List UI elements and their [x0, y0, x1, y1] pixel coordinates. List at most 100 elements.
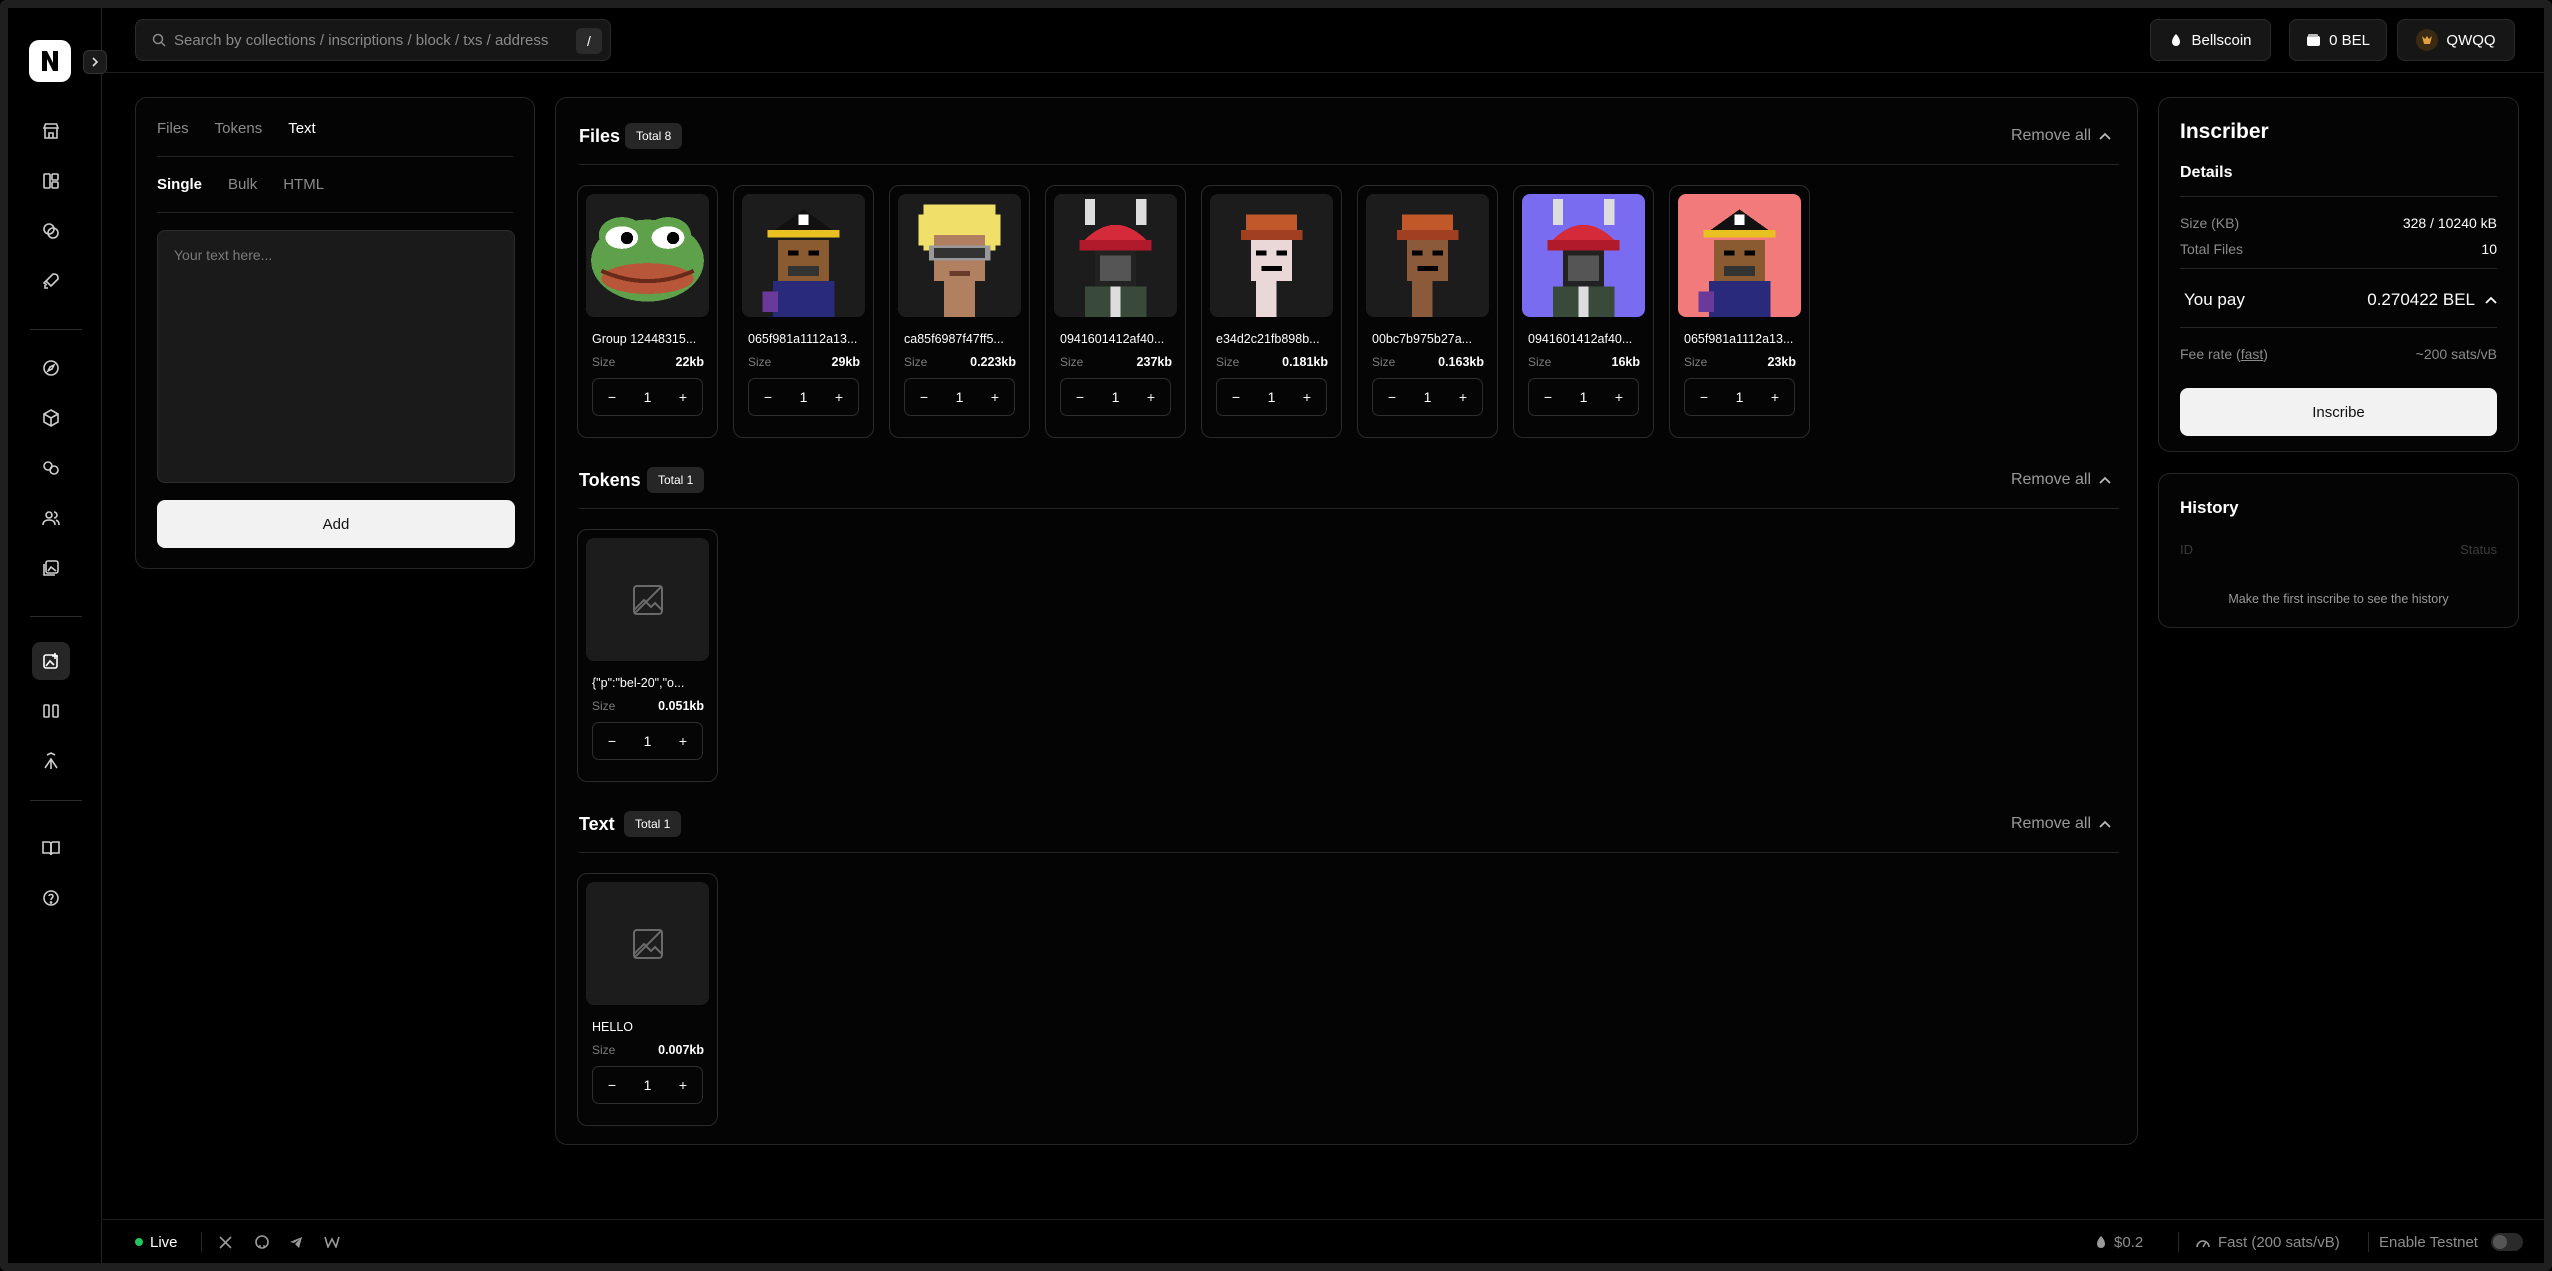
decrement-button[interactable]: −: [1071, 389, 1089, 405]
x-icon: [219, 1235, 232, 1249]
decrement-button[interactable]: −: [1695, 389, 1713, 405]
decrement-button[interactable]: −: [1539, 389, 1557, 405]
quantity-value[interactable]: 1: [1736, 389, 1744, 405]
decrement-button[interactable]: −: [603, 1077, 621, 1093]
quantity-stepper: − 1 +: [1216, 378, 1327, 416]
mode-tabs: Single Bulk HTML: [157, 176, 350, 193]
text-input[interactable]: [157, 230, 515, 483]
files-remove-all-button[interactable]: Remove all: [2011, 127, 2111, 145]
tab-files[interactable]: Files: [157, 120, 189, 137]
file-size: 23kb: [1767, 355, 1797, 369]
telegram-link[interactable]: [289, 1220, 303, 1264]
users-icon[interactable]: [32, 499, 70, 537]
decrement-button[interactable]: −: [1383, 389, 1401, 405]
tokens-remove-all-button[interactable]: Remove all: [2011, 471, 2111, 489]
increment-button[interactable]: +: [1454, 389, 1472, 405]
wiki-link[interactable]: [324, 1220, 340, 1264]
tokens-icon[interactable]: [32, 449, 70, 487]
network-button[interactable]: Bellscoin: [2150, 19, 2271, 61]
compare-icon[interactable]: [32, 692, 70, 730]
inscribe-button[interactable]: Inscribe: [2180, 388, 2497, 436]
search-icon: [152, 33, 166, 47]
tab-tokens[interactable]: Tokens: [215, 120, 263, 137]
subtabs-divider: [157, 212, 513, 213]
fee-rate-link[interactable]: fast: [2241, 346, 2264, 362]
quantity-value[interactable]: 1: [1268, 389, 1276, 405]
increment-button[interactable]: +: [674, 389, 692, 405]
file-thumbnail: [1678, 194, 1801, 317]
increment-button[interactable]: +: [674, 1077, 692, 1093]
tab-text[interactable]: Text: [288, 120, 316, 137]
add-button[interactable]: Add: [157, 500, 515, 548]
dashboard-icon[interactable]: [32, 162, 70, 200]
text-size: 0.007kb: [658, 1043, 704, 1057]
search-bar[interactable]: /: [135, 19, 611, 61]
search-input[interactable]: [174, 31, 574, 49]
quantity-value[interactable]: 1: [1112, 389, 1120, 405]
increment-button[interactable]: +: [1142, 389, 1160, 405]
decrement-button[interactable]: −: [915, 389, 933, 405]
increment-button[interactable]: +: [830, 389, 848, 405]
bellscoin-icon: [2097, 1236, 2105, 1248]
app-logo[interactable]: [29, 40, 71, 82]
increment-button[interactable]: +: [1766, 389, 1784, 405]
remove-all-label: Remove all: [2010, 471, 2091, 488]
decrement-button[interactable]: −: [603, 389, 621, 405]
inscriber-panel: Inscriber Details Size (KB) 328 / 10240 …: [2158, 97, 2519, 452]
chevron-up-icon: [2099, 820, 2111, 828]
balance-button[interactable]: 0 BEL: [2289, 19, 2387, 61]
size-label: Size: [592, 355, 616, 369]
remove-all-label: Remove all: [2010, 127, 2091, 144]
size-label: Size: [1060, 355, 1084, 369]
decrement-button[interactable]: −: [603, 733, 621, 749]
file-name: 065f981a1112a13...: [748, 332, 858, 346]
tab-bulk[interactable]: Bulk: [228, 176, 257, 193]
x-social-link[interactable]: [219, 1220, 232, 1264]
files-total-badge: Total 8: [625, 123, 683, 149]
testnet-toggle[interactable]: [2490, 1233, 2523, 1251]
token-size: 0.051kb: [658, 699, 704, 713]
inscribe-icon[interactable]: [32, 642, 70, 680]
tab-html[interactable]: HTML: [283, 176, 324, 193]
compass-icon[interactable]: [32, 349, 70, 387]
file-name: 00bc7b975b27a...: [1372, 332, 1473, 346]
live-status: Live: [135, 1220, 178, 1264]
input-panel: Files Tokens Text Single Bulk HTML Add: [135, 97, 535, 569]
rocket-icon[interactable]: [32, 262, 70, 300]
quantity-value[interactable]: 1: [1424, 389, 1432, 405]
file-name: ca85f6987f47ff5...: [904, 332, 1004, 346]
you-pay-row[interactable]: You pay 0.270422 BEL: [2184, 290, 2497, 310]
tokens-total-badge: Total 1: [647, 467, 705, 493]
gallery-icon[interactable]: [32, 549, 70, 587]
bellscoin-icon: [2172, 34, 2181, 46]
increment-button[interactable]: +: [674, 733, 692, 749]
increment-button[interactable]: +: [986, 389, 1004, 405]
decrement-button[interactable]: −: [1227, 389, 1245, 405]
quantity-value[interactable]: 1: [1580, 389, 1588, 405]
book-icon[interactable]: [32, 829, 70, 867]
increment-button[interactable]: +: [1298, 389, 1316, 405]
increment-button[interactable]: +: [1610, 389, 1628, 405]
price-label: $0.2: [2114, 1233, 2144, 1251]
file-thumbnail: [898, 194, 1021, 317]
gauge-icon: [2196, 1240, 2210, 1248]
size-kb-label: Size (KB): [2180, 215, 2240, 231]
decrement-button[interactable]: −: [759, 389, 777, 405]
cube-icon[interactable]: [32, 399, 70, 437]
merge-icon[interactable]: [32, 742, 70, 780]
details-title: Details: [2180, 164, 2233, 181]
quantity-value[interactable]: 1: [644, 389, 652, 405]
text-remove-all-button[interactable]: Remove all: [2011, 815, 2111, 833]
size-label: Size: [1684, 355, 1708, 369]
fee-rate-value: ~200 sats/vB: [2415, 346, 2497, 362]
quantity-value[interactable]: 1: [644, 733, 652, 749]
help-icon[interactable]: [32, 879, 70, 917]
tab-single[interactable]: Single: [157, 176, 202, 193]
quantity-value[interactable]: 1: [956, 389, 964, 405]
quantity-value[interactable]: 1: [644, 1077, 652, 1093]
coins-icon[interactable]: [32, 212, 70, 250]
github-link[interactable]: [255, 1220, 269, 1264]
quantity-value[interactable]: 1: [800, 389, 808, 405]
marketplace-icon[interactable]: [32, 112, 70, 150]
user-menu-button[interactable]: QWQQ: [2397, 19, 2515, 61]
